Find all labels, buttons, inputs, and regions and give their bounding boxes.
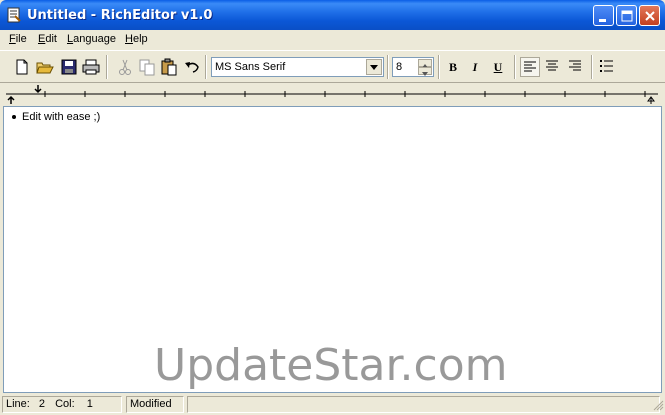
close-button[interactable] [639,5,660,26]
menu-help-label: elp [132,33,148,45]
ruler-scale [6,91,658,97]
open-icon[interactable] [35,57,55,77]
resize-grip-icon[interactable] [652,399,664,414]
underline-button[interactable]: U [489,58,507,76]
menu-help[interactable]: Help [125,33,148,45]
new-icon[interactable] [12,57,32,77]
toolbar-separator [387,55,389,79]
bullet-list-icon[interactable] [598,57,618,77]
status-line-label: Line: [6,398,30,410]
list-item: Edit with ease ;) [12,111,100,123]
menu-file-accel: F [9,33,16,45]
font-dropdown-button[interactable] [366,59,382,75]
paste-icon[interactable] [159,57,179,77]
font-size-value: 8 [396,61,403,73]
save-icon[interactable] [59,57,79,77]
font-name-select[interactable]: MS Sans Serif [211,57,384,77]
copy-icon[interactable] [137,57,157,77]
maximize-button[interactable] [616,5,637,26]
toolbar-separator [205,55,207,79]
size-down-button[interactable] [418,67,432,76]
title-bar[interactable]: Untitled - RichEditor v1.0 [0,0,665,30]
minimize-button[interactable] [593,5,614,26]
toolbar-separator [514,55,516,79]
document-text: Edit with ease ;) [22,111,101,123]
status-bar: Line: 2 Col: 1 Modified [0,394,665,415]
bold-button[interactable]: B [444,58,462,76]
menu-edit[interactable]: Edit [38,33,57,45]
app-icon [6,7,22,23]
toolbar-separator [591,55,593,79]
size-up-button[interactable] [418,59,432,68]
menu-language[interactable]: Language [67,33,116,45]
align-left-icon[interactable] [520,57,540,77]
status-line-value: 2 [38,398,46,410]
status-col-value: 1 [86,398,93,410]
status-modified: Modified [126,396,184,413]
menu-language-label: anguage [73,33,116,45]
status-empty-panel [187,396,660,413]
cut-icon[interactable] [115,57,135,77]
menu-file-label: ile [15,33,27,45]
app-window: Untitled - RichEditor v1.0 File Edit Lan… [0,0,665,415]
italic-button[interactable]: I [466,58,484,76]
align-right-icon[interactable] [566,57,586,77]
font-name-value: MS Sans Serif [215,61,286,73]
undo-icon[interactable] [182,57,202,77]
print-icon[interactable] [81,57,101,77]
menu-bar: File Edit Language Help [0,30,665,49]
status-position: Line: 2 Col: 1 [2,396,122,413]
menu-file[interactable]: File [9,33,27,45]
window-title: Untitled - RichEditor v1.0 [27,8,213,23]
align-center-icon[interactable] [543,57,563,77]
toolbar-separator [106,55,108,79]
bullet-icon [12,115,16,120]
ruler[interactable] [0,84,665,106]
font-size-input[interactable]: 8 [392,57,434,77]
menu-help-accel: H [125,33,133,45]
first-indent-marker-icon[interactable] [32,84,44,97]
status-col-label: Col: [55,398,75,410]
toolbar-separator [438,55,440,79]
watermark: UpdateStar.com [154,340,508,391]
menu-edit-label: dit [45,33,57,45]
